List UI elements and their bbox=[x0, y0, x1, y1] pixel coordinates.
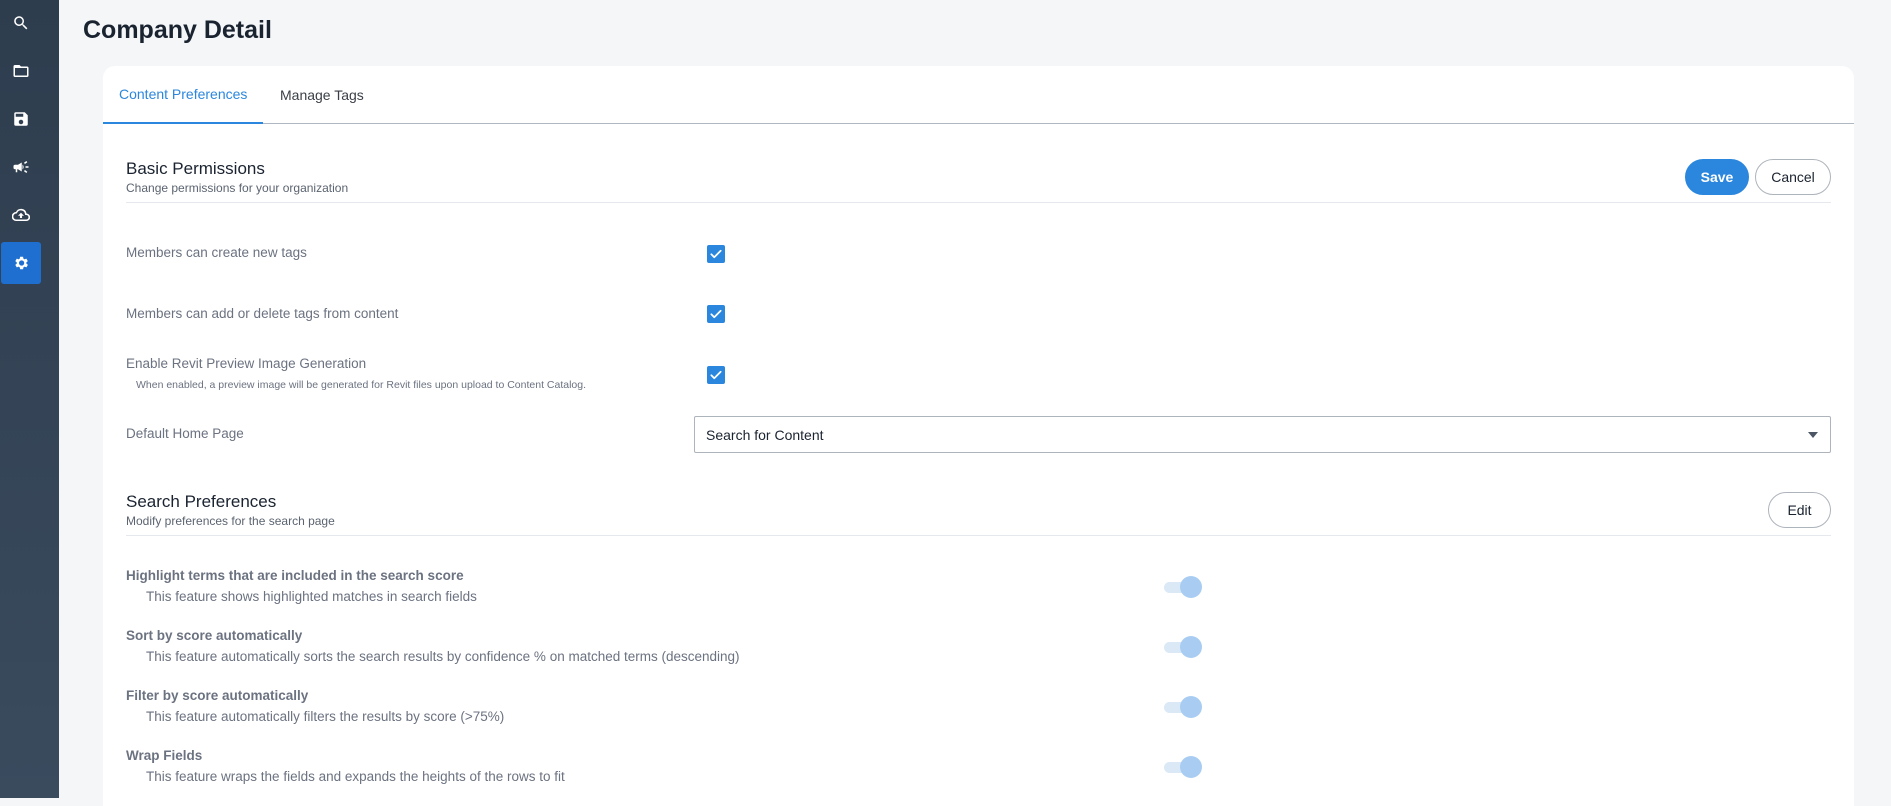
pref-desc-sort: This feature automatically sorts the sea… bbox=[146, 649, 740, 664]
permission-label-revit-preview: Enable Revit Preview Image Generation bbox=[126, 356, 367, 371]
basic-permissions-header: Basic Permissions Change permissions for… bbox=[126, 159, 1831, 203]
pref-title-wrap: Wrap Fields bbox=[126, 748, 203, 763]
section-title: Search Preferences bbox=[126, 492, 277, 511]
sidebar-item-settings[interactable] bbox=[1, 242, 41, 284]
pref-title-highlight: Highlight terms that are included in the… bbox=[126, 568, 464, 583]
search-preferences-header: Search Preferences Modify preferences fo… bbox=[126, 492, 1831, 536]
sidebar-item-saved[interactable] bbox=[1, 98, 41, 140]
sidebar-item-folders[interactable] bbox=[1, 50, 41, 92]
pref-desc-wrap: This feature wraps the fields and expand… bbox=[146, 769, 565, 784]
pref-desc-filter: This feature automatically filters the r… bbox=[146, 709, 505, 724]
save-button[interactable]: Save bbox=[1685, 159, 1749, 195]
save-icon bbox=[14, 112, 28, 126]
folder-icon bbox=[13, 65, 29, 77]
check-icon bbox=[710, 249, 722, 259]
check-icon bbox=[710, 370, 722, 380]
tab-bar: Content Preferences Manage Tags bbox=[103, 66, 1854, 124]
cloud-upload-icon bbox=[12, 208, 30, 222]
content-card: Content Preferences Manage Tags Basic Pe… bbox=[103, 66, 1854, 806]
tab-manage-tags[interactable]: Manage Tags bbox=[264, 66, 380, 124]
checkbox-create-tags[interactable] bbox=[707, 245, 725, 263]
toggle-filter[interactable] bbox=[1160, 695, 1202, 719]
section-title: Basic Permissions bbox=[126, 159, 265, 178]
default-home-page-value: Search for Content bbox=[706, 426, 824, 443]
toggle-highlight[interactable] bbox=[1160, 575, 1202, 599]
sidebar bbox=[0, 0, 59, 798]
checkbox-revit-preview[interactable] bbox=[707, 366, 725, 384]
permission-help-revit-preview: When enabled, a preview image will be ge… bbox=[136, 379, 587, 391]
checkbox-add-delete-tags[interactable] bbox=[707, 305, 725, 323]
default-home-page-select[interactable]: Search for Content bbox=[694, 416, 1831, 453]
pref-title-sort: Sort by score automatically bbox=[126, 628, 303, 643]
section-subtitle: Change permissions for your organization bbox=[126, 181, 349, 195]
pref-desc-highlight: This feature shows highlighted matches i… bbox=[146, 589, 477, 604]
toggle-sort[interactable] bbox=[1160, 635, 1202, 659]
permission-label-create-tags: Members can create new tags bbox=[126, 245, 307, 260]
megaphone-icon bbox=[13, 161, 29, 173]
permission-label-add-delete-tags: Members can add or delete tags from cont… bbox=[126, 306, 399, 321]
sidebar-item-search[interactable] bbox=[1, 2, 41, 44]
section-subtitle: Modify preferences for the search page bbox=[126, 514, 335, 528]
caret-down-icon bbox=[1808, 432, 1818, 438]
check-icon bbox=[710, 309, 722, 319]
gear-icon bbox=[15, 256, 28, 270]
cancel-button[interactable]: Cancel bbox=[1755, 159, 1831, 195]
search-icon bbox=[14, 16, 28, 30]
default-home-page-label: Default Home Page bbox=[126, 426, 244, 441]
sidebar-item-announcements[interactable] bbox=[1, 146, 41, 188]
tab-content-preferences[interactable]: Content Preferences bbox=[103, 66, 264, 124]
toggle-wrap[interactable] bbox=[1160, 755, 1202, 779]
pref-title-filter: Filter by score automatically bbox=[126, 688, 309, 703]
sidebar-item-upload[interactable] bbox=[1, 194, 41, 236]
page-title: Company Detail bbox=[83, 16, 272, 44]
edit-button[interactable]: Edit bbox=[1768, 492, 1831, 528]
